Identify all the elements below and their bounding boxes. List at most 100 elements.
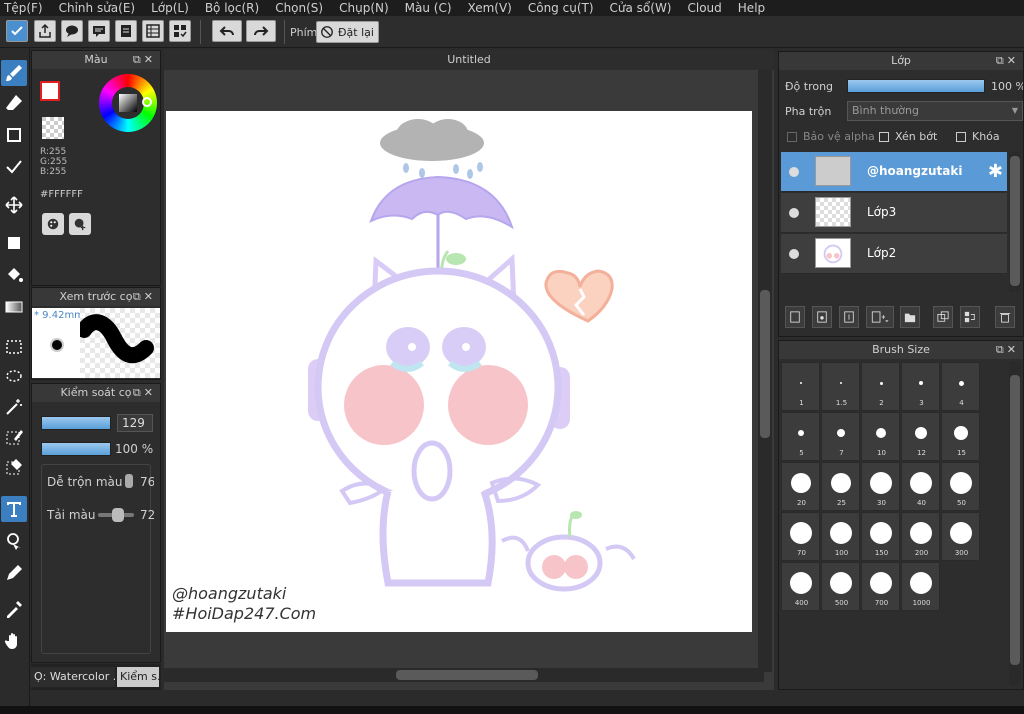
transparent-color-swatch[interactable] — [42, 117, 64, 139]
clip-checkbox[interactable] — [879, 132, 889, 142]
primary-color-swatch[interactable] — [40, 81, 60, 101]
menu-view[interactable]: Xem(V) — [460, 0, 520, 16]
menu-color[interactable]: Màu (C) — [397, 0, 460, 16]
text-tool-icon[interactable] — [1, 496, 27, 522]
menu-help[interactable]: Help — [730, 0, 773, 16]
brush-size-cell[interactable]: 10 — [861, 412, 900, 461]
horizontal-scroll-thumb[interactable] — [396, 670, 538, 680]
protect-alpha-checkbox[interactable] — [787, 132, 797, 142]
menu-select[interactable]: Chọn(S) — [267, 0, 331, 16]
brush-size-cell[interactable]: 25 — [821, 462, 860, 511]
brush-size-cell[interactable]: 7 — [821, 412, 860, 461]
eye-icon[interactable] — [789, 249, 799, 259]
brush-size-slider[interactable] — [41, 416, 111, 430]
layer-row-lop3[interactable]: Lớp3 — [781, 193, 1007, 233]
pen-tool-icon[interactable] — [1, 560, 27, 586]
brush-opacity-slider[interactable] — [41, 442, 111, 456]
panel-controls-icon[interactable]: ⧉✕ — [133, 384, 156, 402]
brush-size-cell[interactable]: 700 — [861, 562, 900, 611]
brush-size-cell[interactable]: 70 — [781, 512, 820, 561]
eye-icon[interactable] — [789, 167, 799, 177]
menu-layer[interactable]: Lớp(L) — [143, 0, 197, 16]
tab-watercolor[interactable]: Ọ: Watercolor . — [31, 667, 115, 687]
menu-filter[interactable]: Bộ lọc(R) — [197, 0, 267, 16]
document-icon[interactable] — [115, 20, 137, 42]
eraser-tool-icon[interactable] — [1, 90, 27, 116]
layer-scroll-thumb[interactable] — [1010, 156, 1020, 286]
brush-size-cell[interactable]: 1 — [781, 362, 820, 411]
brush-size-cell[interactable]: 1000 — [901, 562, 940, 611]
speech-bubble-icon[interactable] — [61, 20, 83, 42]
horizontal-scrollbar[interactable] — [164, 668, 764, 682]
brush-size-cell[interactable]: 1.5 — [821, 362, 860, 411]
line-tool-icon[interactable] — [1, 154, 27, 180]
new-layer-icon[interactable] — [785, 306, 805, 328]
folder-icon[interactable] — [900, 306, 920, 328]
move-tool-icon[interactable] — [1, 192, 27, 218]
brush-size-cell[interactable]: 30 — [861, 462, 900, 511]
brush-size-cell[interactable]: 20 — [781, 462, 820, 511]
brush-size-cell[interactable]: 2 — [861, 362, 900, 411]
vertical-scrollbar[interactable] — [758, 70, 772, 672]
eye-icon[interactable] — [789, 208, 799, 218]
rectangle-tool-icon[interactable] — [1, 122, 27, 148]
grid-check-icon[interactable] — [169, 20, 191, 42]
panel-controls-icon[interactable]: ⧉✕ — [996, 52, 1019, 70]
select-eraser-icon[interactable] — [1, 454, 27, 480]
panel-controls-icon[interactable]: ⧉✕ — [996, 341, 1019, 359]
share-icon[interactable] — [34, 20, 56, 42]
brush-size-cell[interactable]: 3 — [901, 362, 940, 411]
layer-row-hoangzutaki[interactable]: @hoangzutaki ✱ — [781, 152, 1007, 192]
hand-tool-icon[interactable] — [1, 628, 27, 654]
bucket-tool-icon[interactable] — [1, 262, 27, 288]
brush-tool-icon[interactable] — [1, 60, 27, 86]
magic-wand-icon[interactable] — [1, 394, 27, 420]
comment-box-icon[interactable] — [88, 20, 110, 42]
redo-icon[interactable] — [246, 20, 276, 42]
brush-size-cell[interactable]: 200 — [901, 512, 940, 561]
add-layer-dropdown-icon[interactable] — [866, 306, 894, 328]
brush-size-cell[interactable]: 500 — [821, 562, 860, 611]
lock-checkbox[interactable] — [956, 132, 966, 142]
brush-size-cell[interactable]: 4 — [941, 362, 980, 411]
brush-size-cell[interactable]: 300 — [941, 512, 980, 561]
tab-brush-control[interactable]: Kiểm s. — [117, 667, 159, 687]
list-grid-icon[interactable] — [142, 20, 164, 42]
layer-row-lop2[interactable]: Lớp2 — [781, 234, 1007, 274]
operation-tool-icon[interactable] — [1, 528, 27, 554]
select-pen-icon[interactable] — [1, 424, 27, 450]
color-wheel[interactable] — [99, 74, 157, 132]
brush-size-cell[interactable]: 12 — [901, 412, 940, 461]
menu-tools[interactable]: Công cụ(T) — [520, 0, 602, 16]
palette-add-icon[interactable] — [69, 213, 91, 235]
eyedropper-icon[interactable] — [1, 596, 27, 622]
menu-cloud[interactable]: Cloud — [680, 0, 730, 16]
brush-size-cell[interactable]: 5 — [781, 412, 820, 461]
drawing-canvas[interactable]: @hoangzutaki #HoiDap247.Com — [166, 111, 752, 632]
brush-size-scroll-thumb[interactable] — [1010, 375, 1020, 665]
lasso-tool-icon[interactable] — [1, 364, 27, 390]
reset-button[interactable]: Đặt lại — [316, 21, 379, 43]
brush-size-cell[interactable]: 150 — [861, 512, 900, 561]
menu-edit[interactable]: Chỉnh sửa(E) — [51, 0, 144, 16]
merge-layer-icon[interactable] — [960, 306, 980, 328]
cloud-check-icon[interactable] — [6, 20, 28, 42]
undo-icon[interactable] — [212, 20, 242, 42]
brush-size-value[interactable]: 129 — [117, 414, 153, 432]
gear-icon[interactable]: ✱ — [988, 161, 1003, 182]
trash-icon[interactable] — [995, 306, 1015, 328]
blend-mode-select[interactable]: Bình thường ▼ — [847, 101, 1023, 121]
gradient-tool-icon[interactable] — [1, 294, 27, 320]
brush-size-cell[interactable]: 15 — [941, 412, 980, 461]
vertical-scroll-thumb[interactable] — [760, 290, 770, 438]
panel-controls-icon[interactable]: ⧉✕ — [133, 51, 156, 69]
select-rect-tool-icon[interactable] — [1, 334, 27, 360]
brush-size-scrollbar[interactable] — [1009, 361, 1021, 685]
blend-slider-knob[interactable] — [125, 474, 133, 488]
panel-controls-icon[interactable]: ⧉✕ — [133, 288, 156, 306]
palette-icon[interactable] — [42, 213, 64, 235]
brush-size-cell[interactable]: 400 — [781, 562, 820, 611]
new-layer-8bit-icon[interactable] — [812, 306, 832, 328]
duplicate-layer-icon[interactable] — [933, 306, 953, 328]
brush-size-cell[interactable]: 50 — [941, 462, 980, 511]
